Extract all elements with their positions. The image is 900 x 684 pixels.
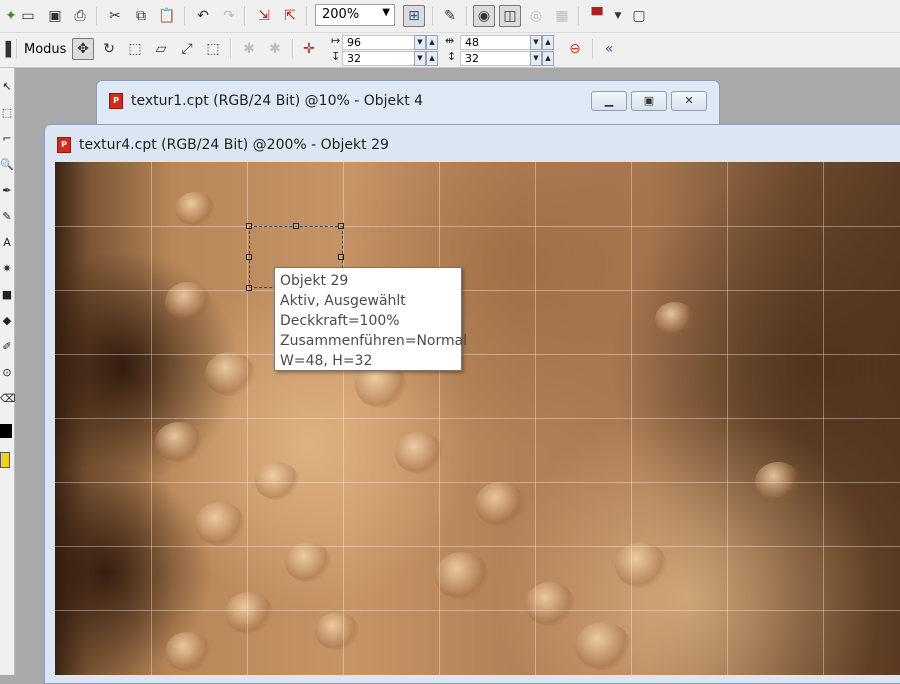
y-position-value: 32	[347, 52, 361, 65]
chevron-down-icon: ▼	[382, 7, 390, 18]
brush-icon[interactable]: ✎	[439, 5, 461, 27]
width-value: 48	[465, 36, 479, 49]
selection-handle-top-left[interactable]	[246, 223, 252, 229]
x-spin-up[interactable]: ▲	[426, 35, 438, 50]
mask-tool-icon[interactable]: ⬚	[0, 106, 14, 119]
y-position-icon: ↧	[331, 50, 341, 63]
view-mode-icon[interactable]: ◫	[499, 5, 521, 27]
tooltip-line: W=48, H=32	[280, 353, 373, 369]
selection-handle-bottom-left[interactable]	[246, 285, 252, 291]
tooltip-line: Zusammenführen=Normal	[280, 333, 468, 349]
standard-toolbar: ✦ ▭ ▣ ⎙ ✂ ⧉ 📋 ↶ ↷ ⇲ ⇱ 200% ▼ ⊞ ✎ ◉ ◫ ◎ ▦…	[0, 0, 900, 33]
disabled-tool2-icon[interactable]: ▦	[551, 5, 573, 27]
zoom-fit-icon[interactable]: ⊞	[403, 5, 425, 27]
selection-handle-top-right[interactable]	[338, 223, 344, 229]
open-icon[interactable]: ▭	[17, 5, 39, 27]
save-icon[interactable]: ▣	[44, 5, 66, 27]
window-title: textur4.cpt (RGB/24 Bit) @200% - Objekt …	[79, 137, 389, 153]
view-eye-icon[interactable]: ◉	[473, 5, 495, 27]
copy-icon[interactable]: ⧉	[130, 5, 152, 27]
eraser-tool-icon[interactable]: ⌫	[0, 392, 16, 405]
distort-mode-icon[interactable]: ⤢	[176, 38, 198, 60]
tooltip-line: Objekt 29	[280, 273, 349, 289]
property-bar: ▌ Modus ✥ ↻ ⬚ ▱ ⤢ ⬚ ✱ ✱ ✛ ↦ 96 ▼ ▲ ↧ 32 …	[0, 33, 900, 68]
y-spin-up[interactable]: ▲	[426, 51, 438, 66]
selection-handle-right[interactable]	[338, 254, 344, 260]
skew-mode-icon[interactable]: ▱	[150, 38, 172, 60]
scale-mode-icon[interactable]: ⬚	[124, 38, 146, 60]
document-icon: P	[57, 137, 71, 153]
crop-tool-icon[interactable]: ⌐	[0, 132, 14, 145]
undo-icon[interactable]: ↶	[192, 5, 214, 27]
panel-toggle-icon[interactable]: ▌	[0, 39, 22, 61]
redo-icon[interactable]: ↷	[218, 5, 240, 27]
fill-tool-icon[interactable]: ◆	[0, 314, 14, 327]
rotate-mode-icon[interactable]: ↻	[98, 38, 120, 60]
launcher-icon[interactable]: ▀	[586, 5, 608, 27]
y-spin-down[interactable]: ▼	[414, 51, 426, 66]
paste-icon[interactable]: 📋	[156, 5, 178, 27]
object-info-tooltip: Objekt 29 Aktiv, Ausgewählt Deckkraft=10…	[274, 267, 468, 371]
pen-tool-icon[interactable]: ✎	[0, 210, 14, 223]
zoom-tool-icon[interactable]: 🔍	[0, 158, 14, 171]
tooltip-line: Deckkraft=100%	[280, 313, 400, 329]
eyedropper-tool-icon[interactable]: ✒	[0, 184, 14, 197]
perspective-mode-icon[interactable]: ⬚	[202, 38, 224, 60]
clone-tool-icon[interactable]: ⊙	[0, 366, 14, 379]
zoom-level-value: 200%	[322, 7, 360, 22]
brush-tool-icon[interactable]: ✐	[0, 340, 14, 353]
print-icon[interactable]: ⎙	[69, 5, 91, 27]
minimize-button[interactable]: ▁	[591, 91, 627, 111]
foreground-color-swatch[interactable]	[0, 424, 12, 438]
dropdown-icon[interactable]: ▼	[607, 5, 629, 27]
height-icon: ↕	[447, 50, 457, 63]
height-spin-down[interactable]: ▼	[530, 51, 542, 66]
selection-handle-left[interactable]	[246, 254, 252, 260]
disabled-tool-icon[interactable]: ◎	[525, 5, 547, 27]
x-position-value: 96	[347, 36, 361, 49]
toolbox: ↖ ⬚ ⌐ 🔍 ✒ ✎ A ✷ ■ ◆ ✐ ⊙ ⌫	[0, 68, 16, 675]
close-button[interactable]: ✕	[671, 91, 707, 111]
height-value: 32	[465, 52, 479, 65]
cut-icon[interactable]: ✂	[104, 5, 126, 27]
x-spin-down[interactable]: ▼	[414, 35, 426, 50]
restore-button[interactable]: ▣	[631, 91, 667, 111]
export-icon[interactable]: ⇱	[279, 5, 301, 27]
width-spin-up[interactable]: ▲	[542, 35, 554, 50]
fill-color-swatch[interactable]	[0, 452, 10, 468]
x-position-icon: ↦	[331, 34, 341, 47]
shape-tool-icon[interactable]: ■	[0, 288, 14, 301]
mode-label: Modus	[24, 42, 67, 57]
selection-handle-top[interactable]	[293, 223, 299, 229]
width-spin-down[interactable]: ▼	[530, 35, 542, 50]
document-icon: P	[109, 93, 123, 109]
pick-tool-icon[interactable]: ↖	[0, 80, 14, 93]
reset-icon[interactable]: ⊖	[564, 38, 586, 60]
disabled-transform2-icon[interactable]: ✱	[264, 38, 286, 60]
position-origin-icon[interactable]: ✛	[298, 38, 320, 60]
text-tool-icon[interactable]: A	[0, 236, 14, 249]
window-title: textur1.cpt (RGB/24 Bit) @10% - Objekt 4	[131, 93, 424, 109]
tooltip-line: Aktiv, Ausgewählt	[280, 293, 406, 309]
height-spin-up[interactable]: ▲	[542, 51, 554, 66]
window-icon[interactable]: ▢	[628, 5, 650, 27]
move-mode-icon[interactable]: ✥	[72, 38, 94, 60]
image-canvas[interactable]	[55, 162, 900, 675]
import-icon[interactable]: ⇲	[253, 5, 275, 27]
zoom-level-select[interactable]: 200% ▼	[315, 4, 395, 26]
collapse-icon[interactable]: «	[598, 38, 620, 60]
effect-tool-icon[interactable]: ✷	[0, 262, 14, 275]
disabled-transform-icon[interactable]: ✱	[238, 38, 260, 60]
width-icon: ⇹	[445, 34, 455, 47]
